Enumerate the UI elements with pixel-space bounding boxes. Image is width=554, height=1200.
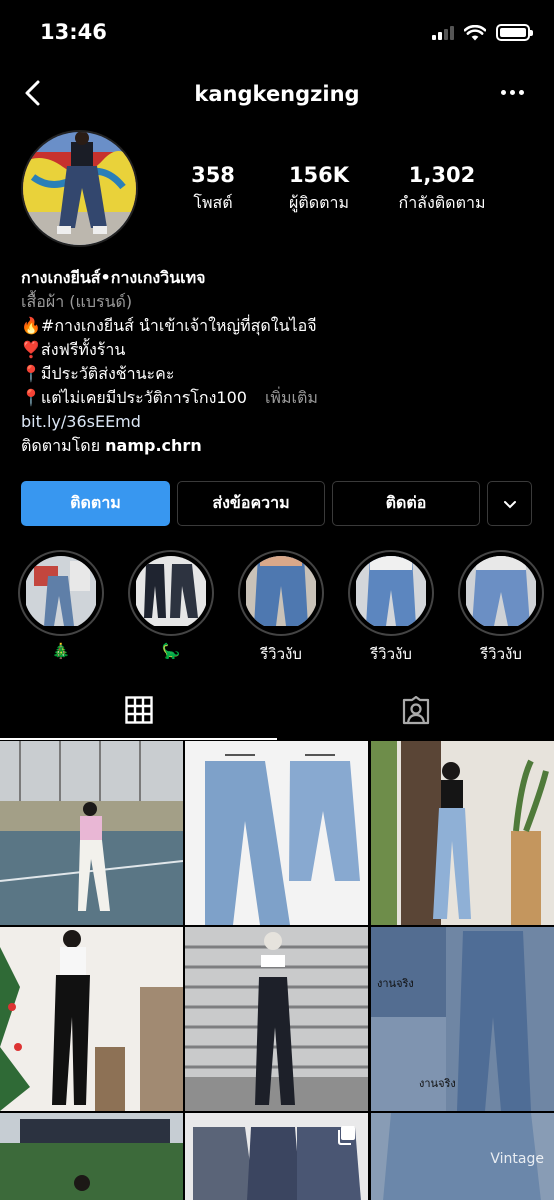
profile-username: kangkengzing	[194, 82, 360, 106]
followers-count: 156K	[288, 163, 350, 187]
grid-post[interactable]	[185, 741, 368, 925]
highlight-label: รีวิวงับ	[260, 645, 302, 660]
more-options-icon[interactable]	[501, 82, 524, 102]
highlight-cover	[134, 556, 208, 630]
bio-name: กางเกงยีนส์•กางเกงวินเทจ	[21, 268, 206, 287]
message-button[interactable]: ส่งข้อความ	[177, 481, 325, 526]
highlight-label: รีวิวงับ	[480, 645, 522, 660]
tab-tagged[interactable]	[277, 682, 554, 740]
follow-button[interactable]: ติดตาม	[21, 481, 170, 526]
pin-emoji: 📍	[21, 388, 41, 407]
chevron-down-icon	[503, 500, 516, 508]
grid-post[interactable]	[0, 1113, 183, 1200]
story-highlights: 🎄 🦕 รีวิวงับ รีวิวงับ รีวิวงับ	[0, 550, 554, 660]
heart-emoji: ❣️	[21, 340, 41, 359]
real-product-tag: งานจริง	[377, 977, 414, 990]
following-label: กำลังติดตาม	[398, 193, 486, 213]
bio-line: 📍แต่ไม่เคยมีประวัติการโกง100 เพิ่มเติม	[21, 388, 318, 407]
posts-count: 358	[191, 163, 235, 187]
profile-avatar[interactable]	[21, 130, 138, 247]
top-nav: kangkengzing	[0, 66, 554, 124]
following-stat[interactable]: 1,302 กำลังติดตาม	[372, 163, 512, 216]
highlight-item[interactable]: รีวิวงับ	[348, 550, 434, 660]
wifi-icon	[464, 24, 486, 40]
suggested-dropdown-button[interactable]	[487, 481, 532, 526]
signal-icon	[432, 25, 454, 40]
highlight-cover	[244, 556, 318, 630]
highlight-label: รีวิวงับ	[370, 645, 412, 660]
highlight-cover	[24, 556, 98, 630]
status-time: 13:46	[40, 20, 107, 44]
tab-posts-grid[interactable]	[0, 682, 277, 740]
grid-post[interactable]	[0, 741, 183, 925]
contact-button[interactable]: ติดต่อ	[332, 481, 480, 526]
followed-by-user: namp.chrn	[105, 436, 202, 455]
posts-label: โพสต์	[193, 193, 233, 213]
bio-line: 📍มีประวัติส่งช้านะคะ	[21, 364, 175, 383]
highlight-label: 🎄	[51, 642, 71, 660]
followers-stat[interactable]: 156K ผู้ติดตาม	[266, 163, 372, 216]
profile-actions: ติดตาม ส่งข้อความ ติดต่อ	[21, 481, 532, 526]
grid-icon	[124, 696, 153, 724]
bio-website-link[interactable]: bit.ly/36sEEmd	[21, 410, 541, 434]
profile-stats: 358 โพสต์ 156K ผู้ติดตาม 1,302 กำลังติดต…	[160, 163, 554, 216]
highlight-item[interactable]: รีวิวงับ	[238, 550, 324, 660]
grid-post[interactable]: Vintage	[371, 1113, 554, 1200]
status-bar: 13:46	[0, 0, 554, 66]
tagged-icon	[402, 696, 429, 725]
bio-line: ❣️ส่งฟรีทั้งร้าน	[21, 340, 126, 359]
multiple-posts-icon	[338, 1126, 355, 1145]
real-product-tag: งานจริง	[419, 1077, 456, 1090]
grid-post[interactable]	[185, 927, 368, 1111]
followers-label: ผู้ติดตาม	[288, 193, 350, 213]
highlight-item[interactable]: 🦕	[128, 550, 214, 660]
posts-stat[interactable]: 358 โพสต์	[160, 163, 266, 216]
bio-category: เสื้อผ้า (แบรนด์)	[21, 292, 133, 311]
profile-tabs	[0, 682, 554, 740]
grid-post[interactable]	[185, 1113, 368, 1200]
grid-post[interactable]: งานจริง งานจริง	[371, 927, 554, 1111]
highlight-item[interactable]: 🎄	[18, 550, 104, 660]
battery-icon	[496, 24, 533, 41]
followed-by[interactable]: ติดตามโดย namp.chrn	[21, 434, 541, 458]
grid-post[interactable]	[371, 741, 554, 925]
highlight-item[interactable]: รีวิวงับ	[458, 550, 544, 660]
highlight-cover	[464, 556, 538, 630]
status-icons	[432, 24, 533, 41]
vintage-watermark: Vintage	[490, 1151, 544, 1167]
grid-post[interactable]	[0, 927, 183, 1111]
pin-emoji: 📍	[21, 364, 41, 383]
following-count: 1,302	[408, 163, 476, 187]
highlight-label: 🦕	[161, 642, 181, 660]
fire-emoji: 🔥	[21, 316, 41, 335]
profile-bio: กางเกงยีนส์•กางเกงวินเทจ เสื้อผ้า (แบรนด…	[21, 266, 541, 458]
bio-line: 🔥#กางเกงยีนส์ นำเข้าเจ้าใหญ่ที่สุดในไอจี	[21, 316, 317, 335]
bio-more-link[interactable]: เพิ่มเติม	[265, 388, 318, 407]
highlight-cover	[354, 556, 428, 630]
